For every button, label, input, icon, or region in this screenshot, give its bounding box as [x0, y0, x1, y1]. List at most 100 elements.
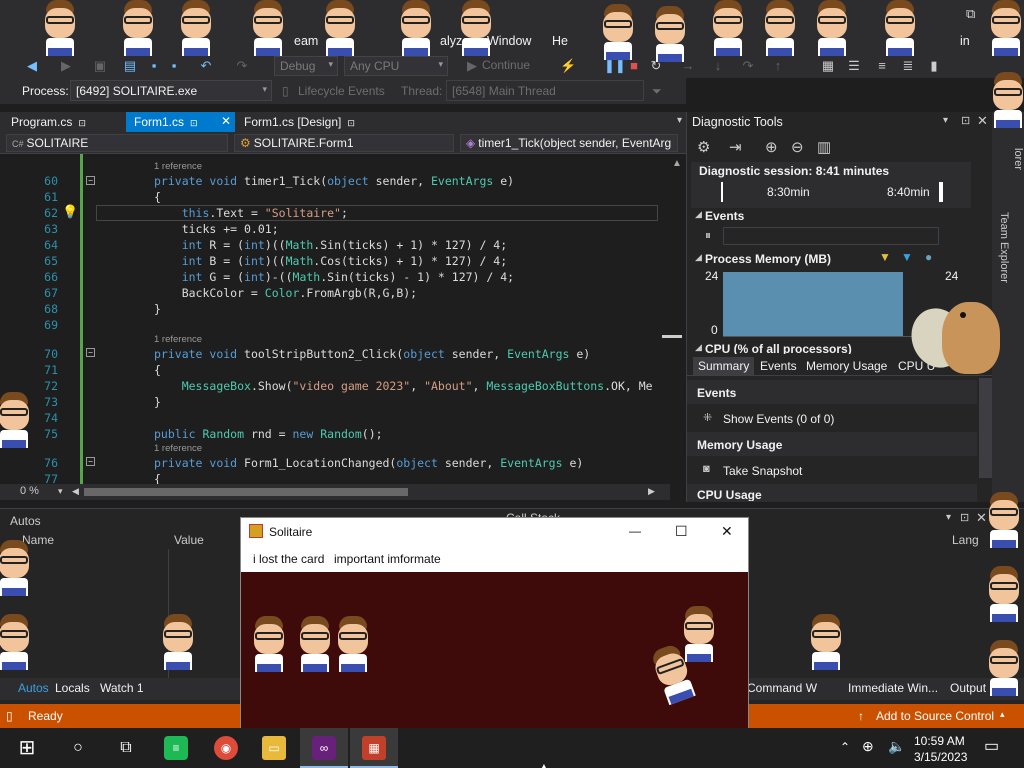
tab-immediate-window[interactable]: Immediate Win... [848, 681, 938, 695]
class-select[interactable]: ⚙ SOLITAIRE.Form1 [234, 134, 454, 152]
comment-icon[interactable]: ≡ [874, 58, 890, 74]
play-icon[interactable]: ▶ [464, 58, 480, 74]
dropdown-icon[interactable]: ▾ [943, 115, 948, 126]
new-icon[interactable]: ▣ [92, 58, 108, 74]
code-editor[interactable]: 1 reference 1 reference 1 reference 💡 − … [0, 154, 670, 486]
tab-events[interactable]: Events [755, 357, 802, 375]
pin-icon[interactable]: ⊡ [960, 511, 969, 524]
zoom-level[interactable]: 0 % [20, 485, 39, 497]
align-icon[interactable]: ☰ [846, 58, 862, 74]
solitaire-task[interactable]: ▦ [350, 728, 398, 768]
task-view-icon[interactable]: ⧉ [114, 736, 138, 760]
clock-time[interactable]: 10:59 AM [914, 734, 965, 748]
process-memory-section[interactable]: Process Memory (MB) [705, 252, 831, 266]
tab-overflow-icon[interactable]: ▾ [677, 115, 682, 126]
zoom-out-icon[interactable]: ⊖ [791, 138, 804, 156]
bookmark-icon[interactable]: ▮ [926, 58, 942, 74]
tab-form1-cs[interactable]: Form1.cs ⊡ ✕ [126, 112, 235, 132]
chrome-icon[interactable]: ◉ [214, 736, 238, 760]
maximize-icon[interactable]: ☐ [675, 523, 688, 540]
save-all-icon[interactable]: ▪ [166, 58, 182, 74]
pin-icon[interactable]: ⊡ [347, 118, 355, 128]
layout-icon[interactable]: ▦ [820, 58, 836, 74]
save-icon[interactable]: ▪ [146, 58, 162, 74]
minimize-icon[interactable]: — [629, 524, 641, 538]
stats-icon[interactable]: ▥ [817, 138, 831, 156]
project-select[interactable]: C# SOLITAIRE [6, 134, 228, 152]
pin-icon[interactable]: ⊡ [78, 118, 86, 128]
select-tools-icon[interactable]: ⇥ [729, 138, 742, 156]
scroll-thumb[interactable] [84, 488, 408, 496]
editor-scrollbar[interactable]: ▲ [662, 154, 686, 484]
step-into-icon[interactable]: ↓ [710, 58, 726, 74]
dropdown-icon[interactable]: ▾ [946, 512, 951, 523]
zoom-in-icon[interactable]: ⊕ [765, 138, 778, 156]
show-events-link[interactable]: Show Events (0 of 0) [723, 412, 834, 426]
lifecycle-icon[interactable]: ▯ [282, 84, 289, 98]
volume-icon[interactable]: 🔈 [888, 738, 905, 755]
search-icon[interactable]: ○ [66, 736, 90, 760]
reference-count[interactable]: 1 reference [154, 161, 202, 172]
scroll-right-icon[interactable]: ▶ [648, 486, 655, 497]
tab-autos[interactable]: Autos [18, 681, 49, 695]
close-tab-icon[interactable]: ✕ [221, 114, 231, 128]
solution-explorer-tab[interactable]: lorer [1010, 148, 1024, 188]
file-explorer-icon[interactable]: ▭ [262, 736, 286, 760]
scroll-up-icon[interactable]: ▲ [672, 158, 684, 169]
close-icon[interactable]: ✕ [977, 113, 988, 129]
step-out-icon[interactable]: ↑ [770, 58, 786, 74]
open-icon[interactable]: ▤ [122, 58, 138, 74]
diag-scrollbar[interactable] [979, 378, 993, 478]
game-canvas[interactable] [241, 572, 748, 728]
back-icon[interactable]: ◀ [24, 58, 40, 74]
lightbulb-icon[interactable]: 💡 [62, 205, 78, 220]
menu-team[interactable]: eam [294, 34, 318, 48]
fold-toggle[interactable]: − [86, 457, 95, 466]
tab-program-cs[interactable]: Program.cs ⊡ [3, 112, 94, 132]
menu-important[interactable]: important imformate [334, 552, 441, 566]
undo-icon[interactable]: ↶ [198, 58, 214, 74]
menu-lost-card[interactable]: i lost the card [253, 552, 324, 566]
pin-icon[interactable]: ⊡ [190, 118, 198, 128]
events-section[interactable]: Events [705, 209, 744, 223]
close-icon[interactable]: ✕ [721, 523, 733, 540]
restore-icon[interactable]: ⧉ [966, 6, 975, 22]
cpu-section[interactable]: CPU (% of all processors) [705, 342, 852, 354]
tab-summary[interactable]: Summary [693, 357, 755, 375]
tab-locals[interactable]: Locals [55, 681, 90, 695]
column-lang[interactable]: Lang [952, 533, 979, 547]
tab-memory-usage[interactable]: Memory Usage [801, 357, 892, 375]
platform-select[interactable]: Any CPU ▾ [344, 56, 448, 76]
forward-icon[interactable]: ▶ [58, 58, 74, 74]
config-select[interactable]: Debug ▾ [274, 56, 338, 76]
spotify-icon[interactable]: ≡ [164, 736, 188, 760]
tray-overflow-icon[interactable]: ⌃ [840, 740, 850, 754]
notifications-icon[interactable]: ▭ [984, 736, 999, 756]
lifecycle-events-button[interactable]: Lifecycle Events [298, 84, 385, 98]
stop-icon[interactable]: ■ [626, 58, 642, 74]
scroll-left-icon[interactable]: ◀ [72, 486, 79, 497]
hot-reload-icon[interactable]: ⚡ [560, 58, 576, 74]
member-select[interactable]: ◈ timer1_Tick(object sender, EventArg [460, 134, 678, 152]
source-control-icon[interactable]: ↑ [858, 709, 864, 723]
continue-button[interactable]: Continue [482, 58, 530, 72]
reference-count[interactable]: 1 reference [154, 334, 202, 345]
uncomment-icon[interactable]: ≣ [900, 58, 916, 74]
network-icon[interactable]: ⊕ [862, 738, 874, 755]
visual-studio-task[interactable]: ∞ [300, 728, 348, 768]
redo-icon[interactable]: ↷ [234, 58, 250, 74]
tab-output[interactable]: Output [950, 681, 986, 695]
solitaire-titlebar[interactable]: Solitaire — ☐ ✕ [241, 518, 748, 546]
pause-events-icon[interactable]: ⏸ [705, 228, 711, 243]
fold-toggle[interactable]: − [86, 176, 95, 185]
thread-select[interactable]: [6548] Main Thread [446, 80, 644, 101]
menu-signin[interactable]: in [960, 34, 970, 48]
settings-icon[interactable]: ⚙ [697, 138, 710, 156]
menu-help[interactable]: He [552, 34, 568, 48]
source-control-dropdown-icon[interactable]: ▴ [1000, 709, 1005, 720]
tab-form1-design[interactable]: Form1.cs [Design] ⊡ [236, 112, 363, 132]
start-icon[interactable]: ⊞ [12, 733, 42, 763]
column-value[interactable]: Value [174, 533, 204, 547]
team-explorer-tab[interactable]: Team Explorer [996, 212, 1010, 292]
zoom-dropdown-icon[interactable]: ▾ [58, 486, 63, 497]
